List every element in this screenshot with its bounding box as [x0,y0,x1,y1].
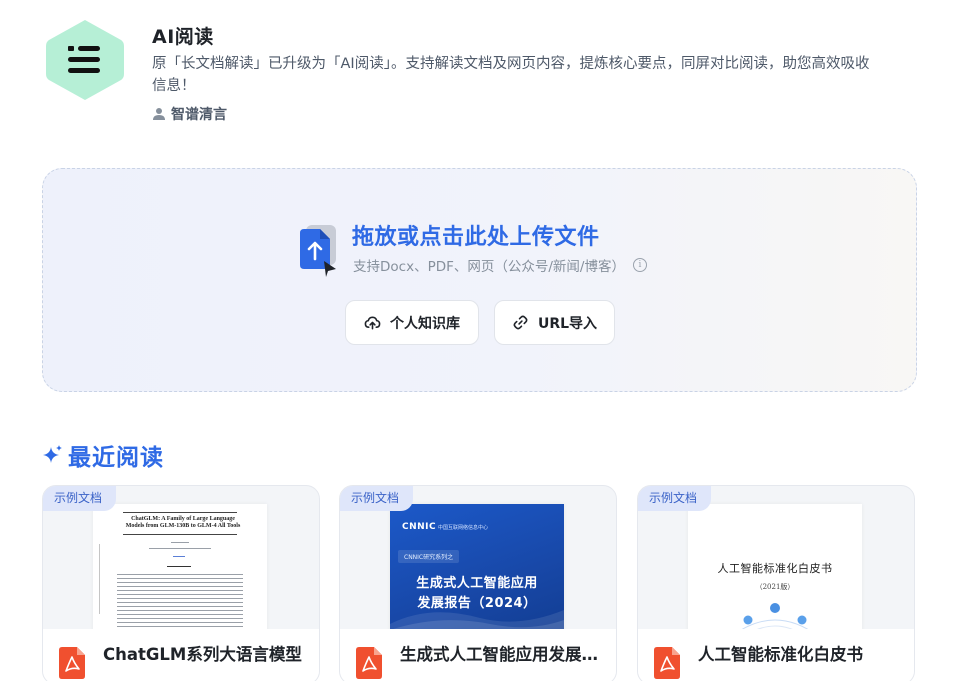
thumbnail-series: CNNIC研究系列之 [398,550,460,563]
upload-dropzone[interactable]: 拖放或点击此处上传文件 支持Docx、PDF、网页（公众号/新闻/博客） i 个… [42,168,917,392]
pdf-icon [356,647,382,679]
author-line: 智谱清言 [152,104,227,124]
thumbnail-paper-title: ChatGLM: A Family of Large Language Mode… [125,516,241,529]
thumbnail-logo-sub: 中国互联网络信息中心 [438,525,489,531]
page-description: 原「长文档解读」已升级为「AI阅读」。支持解读文档及网页内容，提炼核心要点，同屏… [152,56,870,94]
pdf-icon [59,647,85,679]
thumbnail-whitepaper-title: 人工智能标准化白皮书 [717,562,833,575]
recent-title-text: 最近阅读 [68,445,164,471]
card-title: 生成式人工智能应用发展报告（2024） [400,645,610,664]
thumbnail-whitepaper-edition: （2021版） [755,583,795,591]
card-footer: 生成式人工智能应用发展报告（2024） [340,629,616,681]
document-thumbnail: ChatGLM: A Family of Large Language Mode… [93,504,267,634]
info-icon[interactable]: i [632,258,647,272]
upload-supported-formats: 支持Docx、PDF、网页（公众号/新闻/博客） [353,259,625,275]
thumbnail-title-line-1: 生成式人工智能应用 [416,576,538,591]
app-logo-hexagon [46,20,124,100]
author-name: 智谱清言 [171,107,227,123]
sparkle-icon [43,445,62,463]
sample-doc-badge: 示例文档 [638,486,712,511]
thumbnail-logo: CNNIC [402,522,437,532]
card-footer: ChatGLM系列大语言模型 [43,629,319,681]
card-title: ChatGLM系列大语言模型 [103,645,302,664]
page-title: AI阅读 [152,26,214,48]
document-thumbnail: 人工智能标准化白皮书 （2021版） [688,504,862,639]
document-thumbnail: CNNIC 中国互联网络信息中心 CNNIC研究系列之 生成式人工智能应用 发展… [390,504,564,634]
knowledge-base-button[interactable]: 个人知识库 [345,300,479,345]
card-footer: 人工智能标准化白皮书 [638,629,914,681]
url-import-button[interactable]: URL导入 [494,300,615,345]
link-icon [513,315,528,330]
upload-subtitle: 支持Docx、PDF、网页（公众号/新闻/博客） i [353,255,647,275]
cloud-upload-icon [364,316,381,330]
pdf-icon [654,647,680,679]
recent-card-genai-report[interactable]: 示例文档 CNNIC 中国互联网络信息中心 CNNIC研究系列之 生成式人工智能… [339,485,617,681]
sample-doc-badge: 示例文档 [340,486,414,511]
list-lines-icon [68,46,100,73]
upload-title: 拖放或点击此处上传文件 [352,225,600,250]
recent-card-chatglm[interactable]: 示例文档 ChatGLM: A Family of Large Language… [42,485,320,681]
card-title: 人工智能标准化白皮书 [698,645,863,664]
upload-file-icon [300,225,336,277]
recent-section-title: 最近阅读 [42,438,164,472]
user-icon [153,108,165,120]
url-import-label: URL导入 [537,315,598,332]
sample-doc-badge: 示例文档 [43,486,117,511]
thumbnail-wave-decoration [390,610,564,634]
knowledge-base-label: 个人知识库 [390,315,460,332]
recent-card-ai-whitepaper[interactable]: 示例文档 人工智能标准化白皮书 （2021版） 人工智能标准化白皮书 [637,485,915,681]
